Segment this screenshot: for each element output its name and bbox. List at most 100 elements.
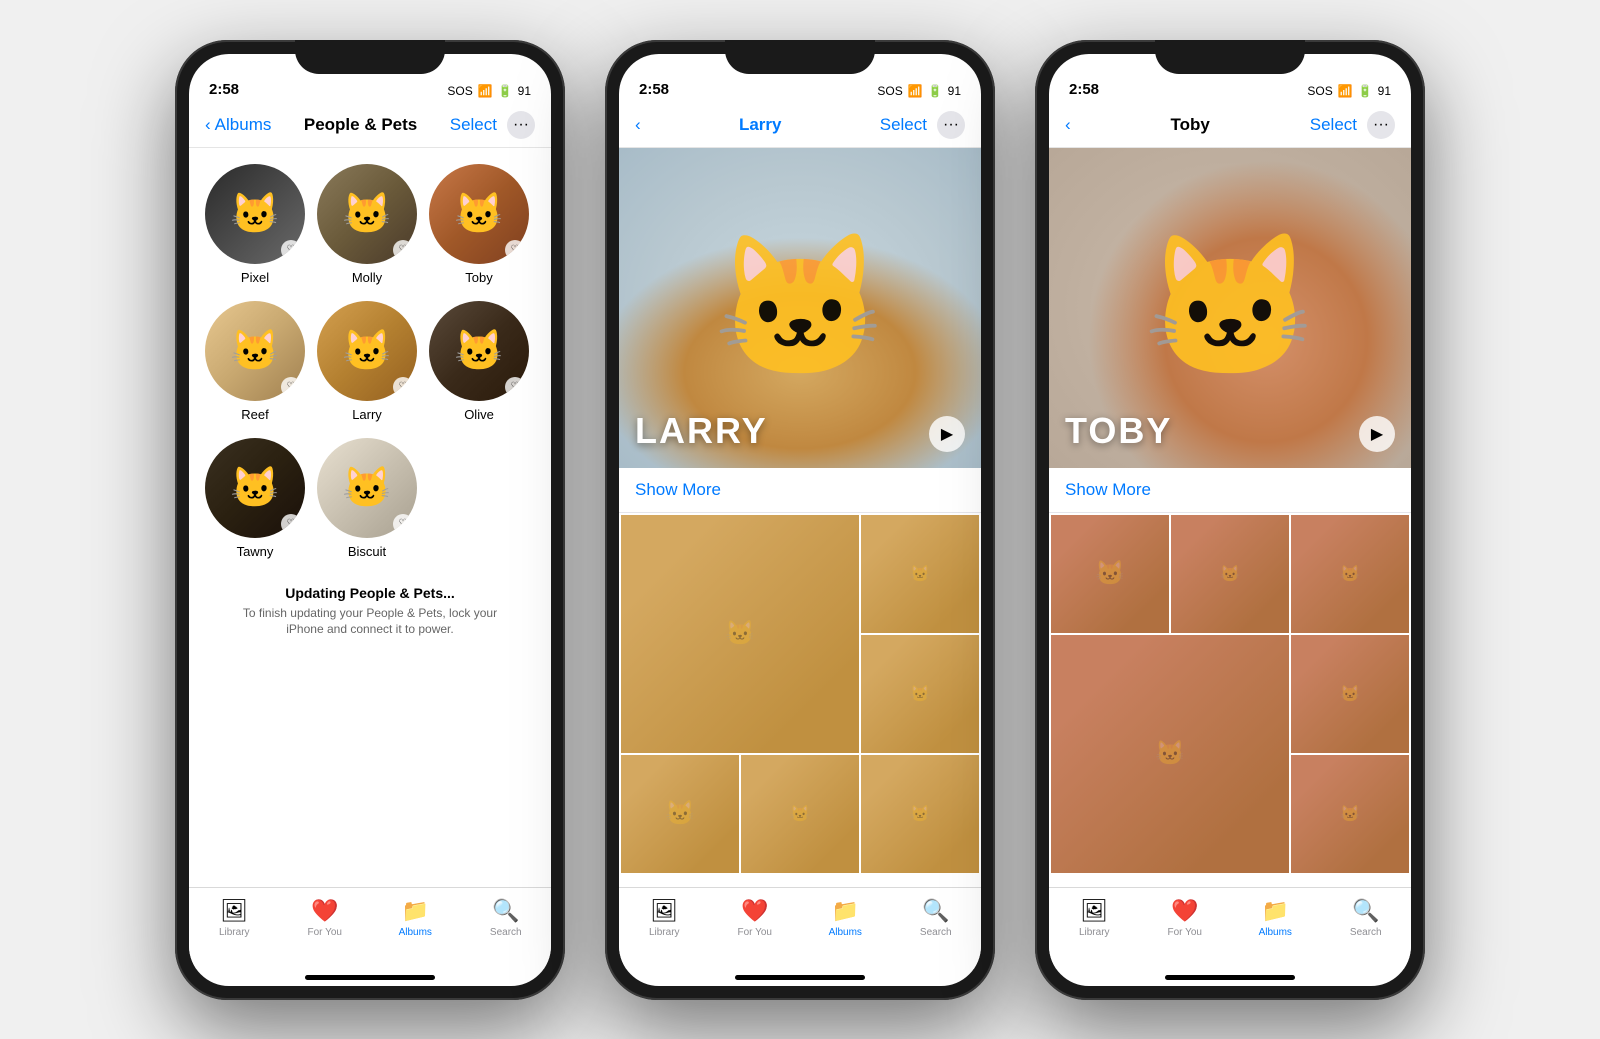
larry-photo-grid: 🐱 🐱 🐱 🐱 🐱 🐱 (619, 513, 981, 875)
pets-row-3: 🐱 ♡ Tawny 🐱 ♡ Biscuit (205, 438, 535, 559)
tab-foryou-2[interactable]: ❤️ For You (710, 898, 801, 938)
larry-content: 🐱 LARRY ▶ Show More 🐱 🐱 (619, 148, 981, 887)
tab-search-1[interactable]: 🔍 Search (461, 898, 552, 938)
nav-bar-1: ‹ Albums People & Pets Select ··· (189, 104, 551, 148)
battery-level-2: 91 (948, 84, 961, 98)
status-time-3: 2:58 (1069, 81, 1099, 98)
tab-search-3[interactable]: 🔍 Search (1321, 898, 1412, 938)
larry-photo-3[interactable]: 🐱 (861, 635, 979, 753)
back-button-2[interactable]: ‹ (635, 115, 641, 135)
toby-grid-icon-1: 🐱 (1051, 515, 1169, 633)
tab-albums-2[interactable]: 📁 Albums (800, 898, 891, 938)
toby-grid-icon-2: 🐱 (1171, 515, 1289, 633)
toby-play-button[interactable]: ▶ (1359, 416, 1395, 452)
larry-grid-icon-3: 🐱 (861, 635, 979, 753)
foryou-icon-1: ❤️ (311, 898, 338, 924)
toby-grid-icon-3: 🐱 (1291, 515, 1409, 633)
toby-photo-3[interactable]: 🐱 (1291, 515, 1409, 633)
larry-photo-4[interactable]: 🐱 (621, 755, 739, 873)
pet-item-pixel[interactable]: 🐱 ♡ Pixel (205, 164, 305, 285)
larry-grid-icon-2: 🐱 (861, 515, 979, 633)
more-button-1[interactable]: ··· (507, 111, 535, 139)
pet-avatar-larry: 🐱 ♡ (317, 301, 417, 401)
search-icon-3: 🔍 (1352, 898, 1379, 924)
larry-play-button[interactable]: ▶ (929, 416, 965, 452)
tab-albums-1[interactable]: 📁 Albums (370, 898, 461, 938)
pet-heart-pixel: ♡ (281, 240, 301, 260)
tab-label-library-1: Library (219, 927, 250, 938)
pet-avatar-biscuit: 🐱 ♡ (317, 438, 417, 538)
tab-foryou-1[interactable]: ❤️ For You (280, 898, 371, 938)
select-button-3[interactable]: Select (1310, 115, 1357, 135)
back-button-3[interactable]: ‹ (1065, 115, 1071, 135)
toby-photo-2[interactable]: 🐱 (1171, 515, 1289, 633)
phone-1: 2:58 SOS 📶 🔋 91 ‹ Albums People & Pets S… (175, 40, 565, 1000)
wifi-icon-1: 📶 (478, 84, 493, 98)
toby-photo-4[interactable]: 🐱 (1051, 635, 1289, 873)
tab-library-2[interactable]: 🖼 Library (619, 898, 710, 938)
albums-icon-3: 📁 (1262, 898, 1289, 924)
tab-bar-3: 🖼 Library ❤️ For You 📁 Albums 🔍 Search (1049, 887, 1411, 969)
library-icon-3: 🖼 (1080, 898, 1108, 924)
home-indicator-1 (305, 975, 435, 980)
battery-level-3: 91 (1378, 84, 1391, 98)
pet-name-larry: Larry (352, 407, 382, 422)
toby-photo-1[interactable]: 🐱 (1051, 515, 1169, 633)
larry-hero-image[interactable]: 🐱 LARRY ▶ (619, 148, 981, 468)
more-button-3[interactable]: ··· (1367, 111, 1395, 139)
toby-photo-5[interactable]: 🐱 (1291, 635, 1409, 753)
tab-library-3[interactable]: 🖼 Library (1049, 898, 1140, 938)
pets-grid: 🐱 ♡ Pixel 🐱 ♡ Molly (189, 148, 551, 665)
pet-item-larry[interactable]: 🐱 ♡ Larry (317, 301, 417, 422)
toby-show-more[interactable]: Show More (1049, 468, 1411, 513)
home-indicator-2 (735, 975, 865, 980)
toby-hero-image[interactable]: 🐱 TOBY ▶ (1049, 148, 1411, 468)
pet-item-olive[interactable]: 🐱 ♡ Olive (429, 301, 529, 422)
back-button-1[interactable]: ‹ Albums (205, 115, 271, 135)
larry-photo-5[interactable]: 🐱 (741, 755, 859, 873)
phone-3: 2:58 SOS 📶 🔋 91 ‹ Toby Select ··· (1035, 40, 1425, 1000)
albums-icon-2: 📁 (832, 898, 859, 924)
larry-photo-2[interactable]: 🐱 (861, 515, 979, 633)
pet-avatar-molly: 🐱 ♡ (317, 164, 417, 264)
tab-label-search-2: Search (920, 927, 952, 938)
larry-show-more[interactable]: Show More (619, 468, 981, 513)
toby-hero-name: TOBY (1065, 410, 1172, 452)
pet-item-reef[interactable]: 🐱 ♡ Reef (205, 301, 305, 422)
pet-item-toby[interactable]: 🐱 ♡ Toby (429, 164, 529, 285)
tab-foryou-3[interactable]: ❤️ For You (1140, 898, 1231, 938)
phone-wrapper: 2:58 SOS 📶 🔋 91 ‹ Albums People & Pets S… (0, 0, 1600, 1039)
tab-label-foryou-1: For You (308, 927, 342, 938)
pet-avatar-reef: 🐱 ♡ (205, 301, 305, 401)
select-button-2[interactable]: Select (880, 115, 927, 135)
foryou-icon-3: ❤️ (1171, 898, 1198, 924)
tab-label-foryou-3: For You (1168, 927, 1202, 938)
larry-grid-icon-4: 🐱 (621, 755, 739, 873)
page-title-1: People & Pets (304, 115, 417, 135)
pet-item-biscuit[interactable]: 🐱 ♡ Biscuit (317, 438, 417, 559)
larry-photo-1[interactable]: 🐱 (621, 515, 859, 753)
larry-photo-6[interactable]: 🐱 (861, 755, 979, 873)
tab-label-albums-3: Albums (1259, 927, 1292, 938)
pet-heart-molly: ♡ (393, 240, 413, 260)
back-label-1[interactable]: Albums (215, 115, 272, 135)
pet-item-tawny[interactable]: 🐱 ♡ Tawny (205, 438, 305, 559)
tab-bar-2: 🖼 Library ❤️ For You 📁 Albums 🔍 Search (619, 887, 981, 969)
pet-heart-reef: ♡ (281, 377, 301, 397)
search-icon-2: 🔍 (922, 898, 949, 924)
tab-search-2[interactable]: 🔍 Search (891, 898, 982, 938)
tab-albums-3[interactable]: 📁 Albums (1230, 898, 1321, 938)
select-button-1[interactable]: Select (450, 115, 497, 135)
tab-library-1[interactable]: 🖼 Library (189, 898, 280, 938)
play-icon: ▶ (941, 424, 953, 444)
sos-indicator-2: SOS (877, 84, 902, 98)
pet-item-molly[interactable]: 🐱 ♡ Molly (317, 164, 417, 285)
pet-name-biscuit: Biscuit (348, 544, 386, 559)
larry-grid-icon-5: 🐱 (741, 755, 859, 873)
library-icon-1: 🖼 (220, 898, 248, 924)
more-button-2[interactable]: ··· (937, 111, 965, 139)
home-indicator-3 (1165, 975, 1295, 980)
toby-photo-6[interactable]: 🐱 (1291, 755, 1409, 873)
tab-label-library-3: Library (1079, 927, 1110, 938)
pets-row-1: 🐱 ♡ Pixel 🐱 ♡ Molly (205, 164, 535, 285)
